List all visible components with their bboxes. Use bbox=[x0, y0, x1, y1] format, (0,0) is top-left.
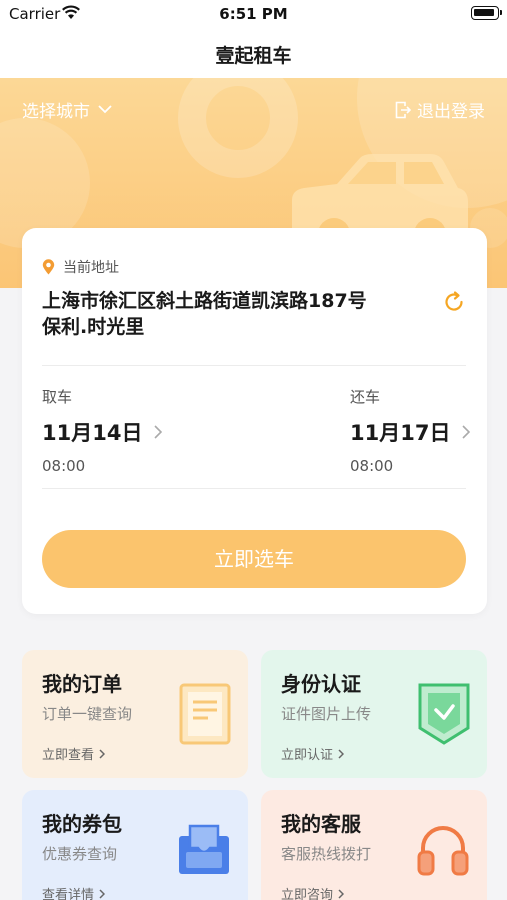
booking-card: 当前地址 上海市徐汇区斜土路街道凯滨路187号 保利.时光里 取车 11月14日… bbox=[22, 228, 487, 614]
tile-link[interactable]: 立即咨询 bbox=[281, 884, 345, 900]
divider bbox=[42, 488, 466, 489]
tile-title: 我的券包 bbox=[42, 812, 122, 836]
tile-title: 我的订单 bbox=[42, 672, 122, 696]
my-coupons-tile[interactable]: 我的券包 优惠券查询 查看详情 bbox=[22, 790, 248, 900]
pickup-date-selector[interactable]: 取车 11月14日 08:00 bbox=[42, 386, 163, 475]
return-date: 11月17日 bbox=[350, 417, 471, 447]
chevron-right-icon bbox=[99, 748, 106, 759]
current-address[interactable]: 上海市徐汇区斜土路街道凯滨路187号 保利.时光里 bbox=[42, 288, 422, 340]
status-bar: Carrier 6:51 PM bbox=[0, 0, 507, 30]
chevron-right-icon bbox=[338, 888, 345, 899]
tile-title: 身份认证 bbox=[281, 672, 361, 696]
pickup-time: 08:00 bbox=[42, 457, 86, 475]
chevron-right-icon bbox=[154, 425, 163, 439]
car-illustration bbox=[292, 154, 468, 234]
address-label: 当前地址 bbox=[63, 260, 119, 276]
tile-title: 我的客服 bbox=[281, 812, 361, 836]
battery-icon bbox=[471, 6, 502, 20]
tile-subtitle: 订单一键查询 bbox=[42, 705, 133, 723]
tile-link[interactable]: 立即查看 bbox=[42, 744, 106, 763]
tile-link-label: 立即认证 bbox=[281, 748, 334, 763]
status-time: 6:51 PM bbox=[219, 5, 288, 23]
tile-link-label: 立即咨询 bbox=[281, 888, 334, 900]
tile-link-label: 查看详情 bbox=[42, 888, 95, 900]
coupon-wallet-icon bbox=[179, 824, 229, 874]
tile-subtitle: 客服热线拨打 bbox=[281, 845, 372, 863]
headset-icon bbox=[417, 826, 469, 876]
logout-icon bbox=[395, 101, 411, 118]
my-orders-tile[interactable]: 我的订单 订单一键查询 立即查看 bbox=[22, 650, 248, 778]
tile-subtitle: 证件图片上传 bbox=[281, 705, 372, 723]
return-date-text: 11月17日 bbox=[350, 421, 451, 445]
tile-link[interactable]: 查看详情 bbox=[42, 884, 106, 900]
pickup-label: 取车 bbox=[42, 388, 73, 406]
chevron-right-icon bbox=[462, 425, 471, 439]
return-label: 还车 bbox=[350, 388, 381, 406]
location-pin-icon bbox=[42, 259, 55, 275]
chevron-right-icon bbox=[99, 888, 106, 899]
address-line-2: 保利.时光里 bbox=[42, 316, 145, 338]
chevron-down-icon bbox=[98, 105, 112, 114]
pickup-date-text: 11月14日 bbox=[42, 421, 143, 445]
decor-ring bbox=[178, 78, 298, 178]
shield-check-icon bbox=[418, 683, 470, 745]
order-document-icon bbox=[179, 683, 231, 745]
pickup-date: 11月14日 bbox=[42, 417, 163, 447]
tile-subtitle: 优惠券查询 bbox=[42, 845, 118, 863]
nav-bar: 壹起租车 bbox=[0, 30, 507, 78]
tile-link-label: 立即查看 bbox=[42, 748, 95, 763]
identity-verification-tile[interactable]: 身份认证 证件图片上传 立即认证 bbox=[261, 650, 487, 778]
customer-service-tile[interactable]: 我的客服 客服热线拨打 立即咨询 bbox=[261, 790, 487, 900]
divider bbox=[42, 365, 466, 366]
city-selector-label: 选择城市 bbox=[22, 102, 90, 122]
address-label-row: 当前地址 bbox=[42, 257, 119, 277]
refresh-icon[interactable] bbox=[442, 290, 466, 314]
page-title: 壹起租车 bbox=[215, 45, 292, 67]
return-date-selector[interactable]: 还车 11月17日 08:00 bbox=[350, 386, 471, 475]
city-selector[interactable]: 选择城市 bbox=[22, 97, 112, 122]
logout-label: 退出登录 bbox=[417, 102, 485, 122]
chevron-right-icon bbox=[338, 748, 345, 759]
logout-button[interactable]: 退出登录 bbox=[395, 97, 485, 122]
address-line-1: 上海市徐汇区斜土路街道凯滨路187号 bbox=[42, 290, 367, 312]
return-time: 08:00 bbox=[350, 457, 394, 475]
select-car-button[interactable]: 立即选车 bbox=[42, 530, 466, 588]
tile-link[interactable]: 立即认证 bbox=[281, 744, 345, 763]
